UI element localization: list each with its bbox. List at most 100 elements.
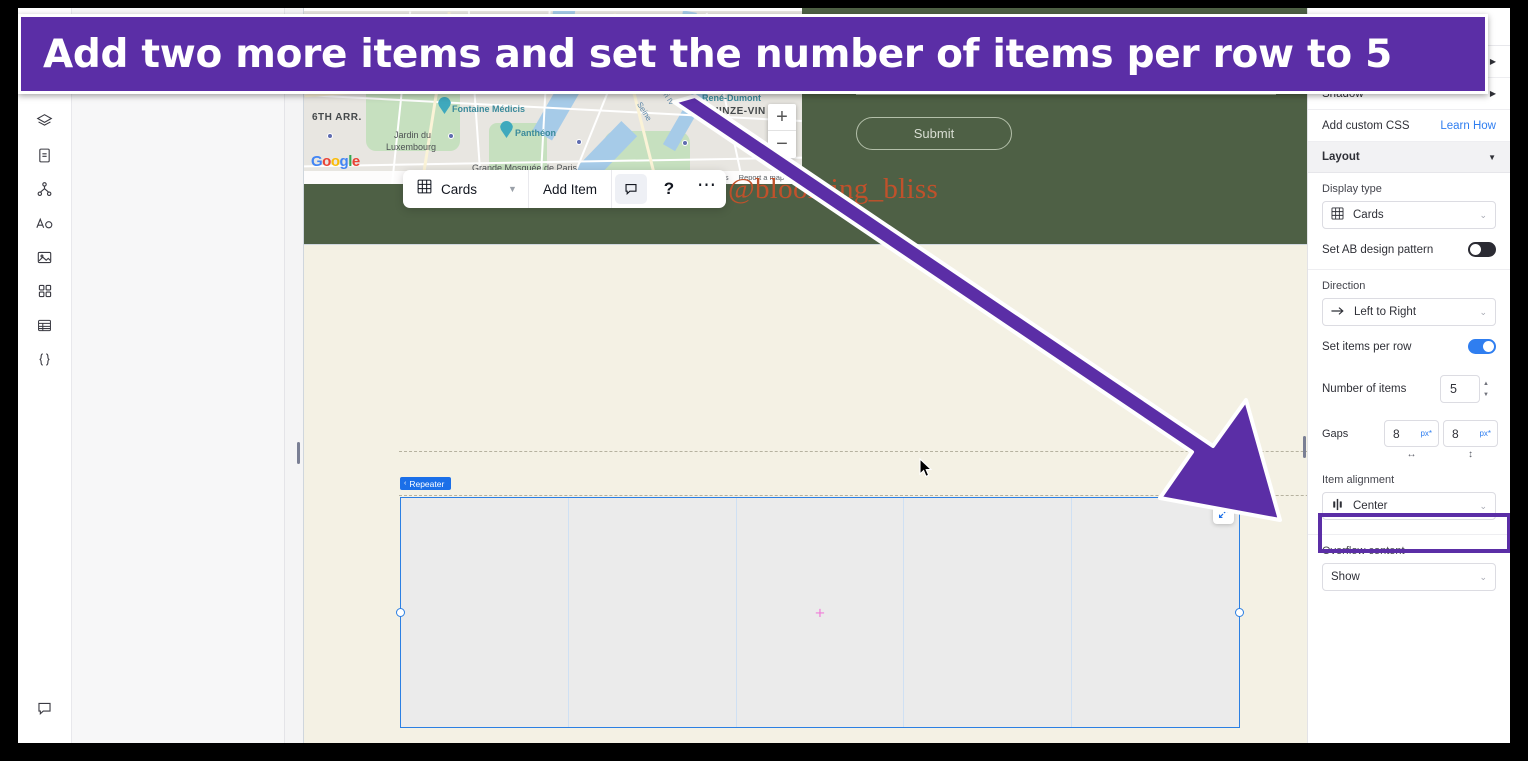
resize-handle-left[interactable] [396, 607, 405, 617]
comment-icon[interactable] [28, 691, 62, 725]
canvas-area: Desktop (Primary) [285, 8, 1307, 743]
gap-vertical-input[interactable]: 8 px* [1443, 420, 1498, 447]
direction-field: Direction Left to Right ⌄ [1308, 270, 1510, 326]
arrow-right-icon [1331, 306, 1345, 319]
direction-label: Direction [1322, 280, 1366, 292]
overflow-field: Overflow content Show ⌄ [1308, 535, 1510, 591]
repeater-guide-top [399, 451, 1307, 452]
display-type-field: Display type Cards ⌄ [1308, 173, 1510, 229]
map-label-6th-arr: 6TH ARR. [312, 112, 362, 123]
repeater-cell[interactable] [1071, 498, 1239, 727]
custom-css-label: Add custom CSS [1322, 119, 1410, 132]
grid-icon [1331, 207, 1344, 223]
gap-vertical-value: 8 [1452, 426, 1459, 441]
map-label-pantheon: Panthéon [515, 128, 557, 138]
grid-icon [417, 179, 432, 199]
gap-horizontal-value: 8 [1393, 426, 1400, 441]
layers-icon[interactable] [28, 104, 62, 138]
chevron-down-icon: ▼ [1488, 152, 1496, 162]
repeater-cell[interactable] [401, 498, 568, 727]
stepper-up-icon[interactable]: ▲ [1483, 381, 1496, 387]
map-label-fontaine-medicis: Fontaine Médicis [452, 104, 526, 114]
repeater-badge[interactable]: ‹ Repeater [400, 477, 452, 490]
item-alignment-select[interactable]: Center ⌄ [1322, 492, 1496, 520]
display-type-value: Cards [1353, 209, 1384, 221]
map-label-quinze-vingts: QUINZE-VIN [703, 106, 766, 117]
number-of-items-stepper[interactable]: ▲ ▼ [1483, 381, 1496, 398]
comment-icon[interactable] [614, 174, 647, 204]
panel-resize-handle[interactable] [1303, 436, 1306, 458]
chevron-right-icon: ▶ [1489, 89, 1496, 98]
element-toolbar: Cards ▼ Add Item ? ⋯ [403, 170, 726, 208]
site-editor-window: Desktop (Primary) [18, 8, 1510, 743]
display-type-value: Cards [441, 181, 478, 197]
email-input-underline [856, 94, 1276, 95]
overflow-select[interactable]: Show ⌄ [1322, 563, 1496, 591]
submit-button[interactable]: Submit [856, 117, 1012, 150]
gap-horizontal-input[interactable]: 8 px* [1384, 420, 1439, 447]
text-icon[interactable] [28, 206, 62, 240]
stepper-down-icon[interactable]: ▼ [1483, 392, 1496, 398]
ab-pattern-label: Set AB design pattern [1322, 243, 1434, 256]
layout-section-header[interactable]: Layout ▼ [1308, 142, 1510, 173]
chevron-left-icon: ‹ [404, 480, 407, 487]
gap-horizontal-unit: px* [1420, 429, 1432, 438]
map-label-rene-dumont: René-Dumont [702, 93, 761, 103]
inspector-panel: Corners ▶ Shadow ▶ Add custom CSS Learn … [1307, 8, 1510, 743]
gaps-icon-row: ↔ ↕ [1308, 447, 1510, 460]
brand-handle-text: @blooming_bliss [728, 173, 939, 205]
code-icon[interactable] [28, 342, 62, 376]
overflow-value: Show [1331, 571, 1360, 583]
display-type-select[interactable]: Cards ⌄ [1322, 201, 1496, 229]
chevron-down-icon: ⌄ [1479, 571, 1487, 582]
items-per-row-toggle[interactable] [1468, 339, 1496, 354]
secondary-panel [72, 8, 285, 743]
repeater-cell[interactable] [567, 498, 736, 727]
gaps-row: Gaps 8 px* 8 px* [1308, 412, 1510, 447]
empty-state-plus-marker: + [815, 603, 825, 622]
screenshot-root: Desktop (Primary) [0, 0, 1528, 761]
number-of-items-input[interactable]: 5 [1440, 375, 1480, 403]
display-type-dropdown[interactable]: Cards ▼ [403, 170, 529, 208]
custom-css-row: Add custom CSS Learn How [1308, 110, 1510, 142]
horizontal-arrows-icon: ↔ [1406, 449, 1417, 460]
vertical-arrows-icon: ↕ [1468, 449, 1473, 460]
items-per-row-toggle-row: Set items per row [1308, 326, 1510, 366]
instruction-banner: Add two more items and set the number of… [18, 14, 1488, 94]
media-icon[interactable] [28, 240, 62, 274]
add-item-button[interactable]: Add Item [529, 170, 612, 208]
item-alignment-value: Center [1353, 500, 1388, 512]
map-label-luxembourg: Luxembourg [386, 142, 437, 152]
site-structure-icon[interactable] [28, 172, 62, 206]
map-zoom-in-button[interactable]: + [768, 104, 796, 131]
repeater-badge-label: Repeater [409, 478, 445, 489]
apps-icon[interactable] [28, 274, 62, 308]
map-zoom-controls[interactable]: + − [768, 104, 796, 158]
direction-select[interactable]: Left to Right ⌄ [1322, 298, 1496, 326]
question-mark-icon[interactable]: ? [653, 174, 685, 204]
chevron-down-icon: ⌄ [1479, 209, 1487, 220]
instruction-text: Add two more items and set the number of… [43, 31, 1392, 77]
number-of-items-row: Number of items 5 ▲ ▼ [1308, 366, 1510, 412]
expand-icon[interactable] [1213, 503, 1234, 524]
pages-icon[interactable] [28, 138, 62, 172]
item-alignment-field: Item alignment Center ⌄ [1308, 460, 1510, 520]
repeater-selection-box[interactable]: + [396, 497, 1244, 728]
item-alignment-label: Item alignment [1322, 474, 1395, 486]
repeater-guide-bottom [399, 495, 1307, 496]
ab-pattern-toggle[interactable] [1468, 242, 1496, 257]
cms-table-icon[interactable] [28, 308, 62, 342]
items-per-row-label: Set items per row [1322, 340, 1412, 353]
chevron-down-icon: ⌄ [1479, 500, 1487, 511]
overflow-label: Overflow content [1322, 545, 1405, 557]
resize-handle-right[interactable] [1235, 607, 1244, 617]
more-options-icon[interactable]: ⋯ [691, 174, 723, 204]
left-icon-rail [18, 8, 72, 743]
repeater-cell[interactable] [903, 498, 1072, 727]
page-preview: Place de la Bast Cathédrale Notre-Dame d… [297, 8, 1307, 743]
map-zoom-out-button[interactable]: − [768, 131, 796, 158]
map-label-jardin-du: Jardin du [394, 130, 432, 140]
learn-how-link[interactable]: Learn How [1440, 120, 1496, 132]
chevron-down-icon: ⌄ [1479, 306, 1487, 317]
section-handle-left[interactable] [297, 442, 300, 464]
